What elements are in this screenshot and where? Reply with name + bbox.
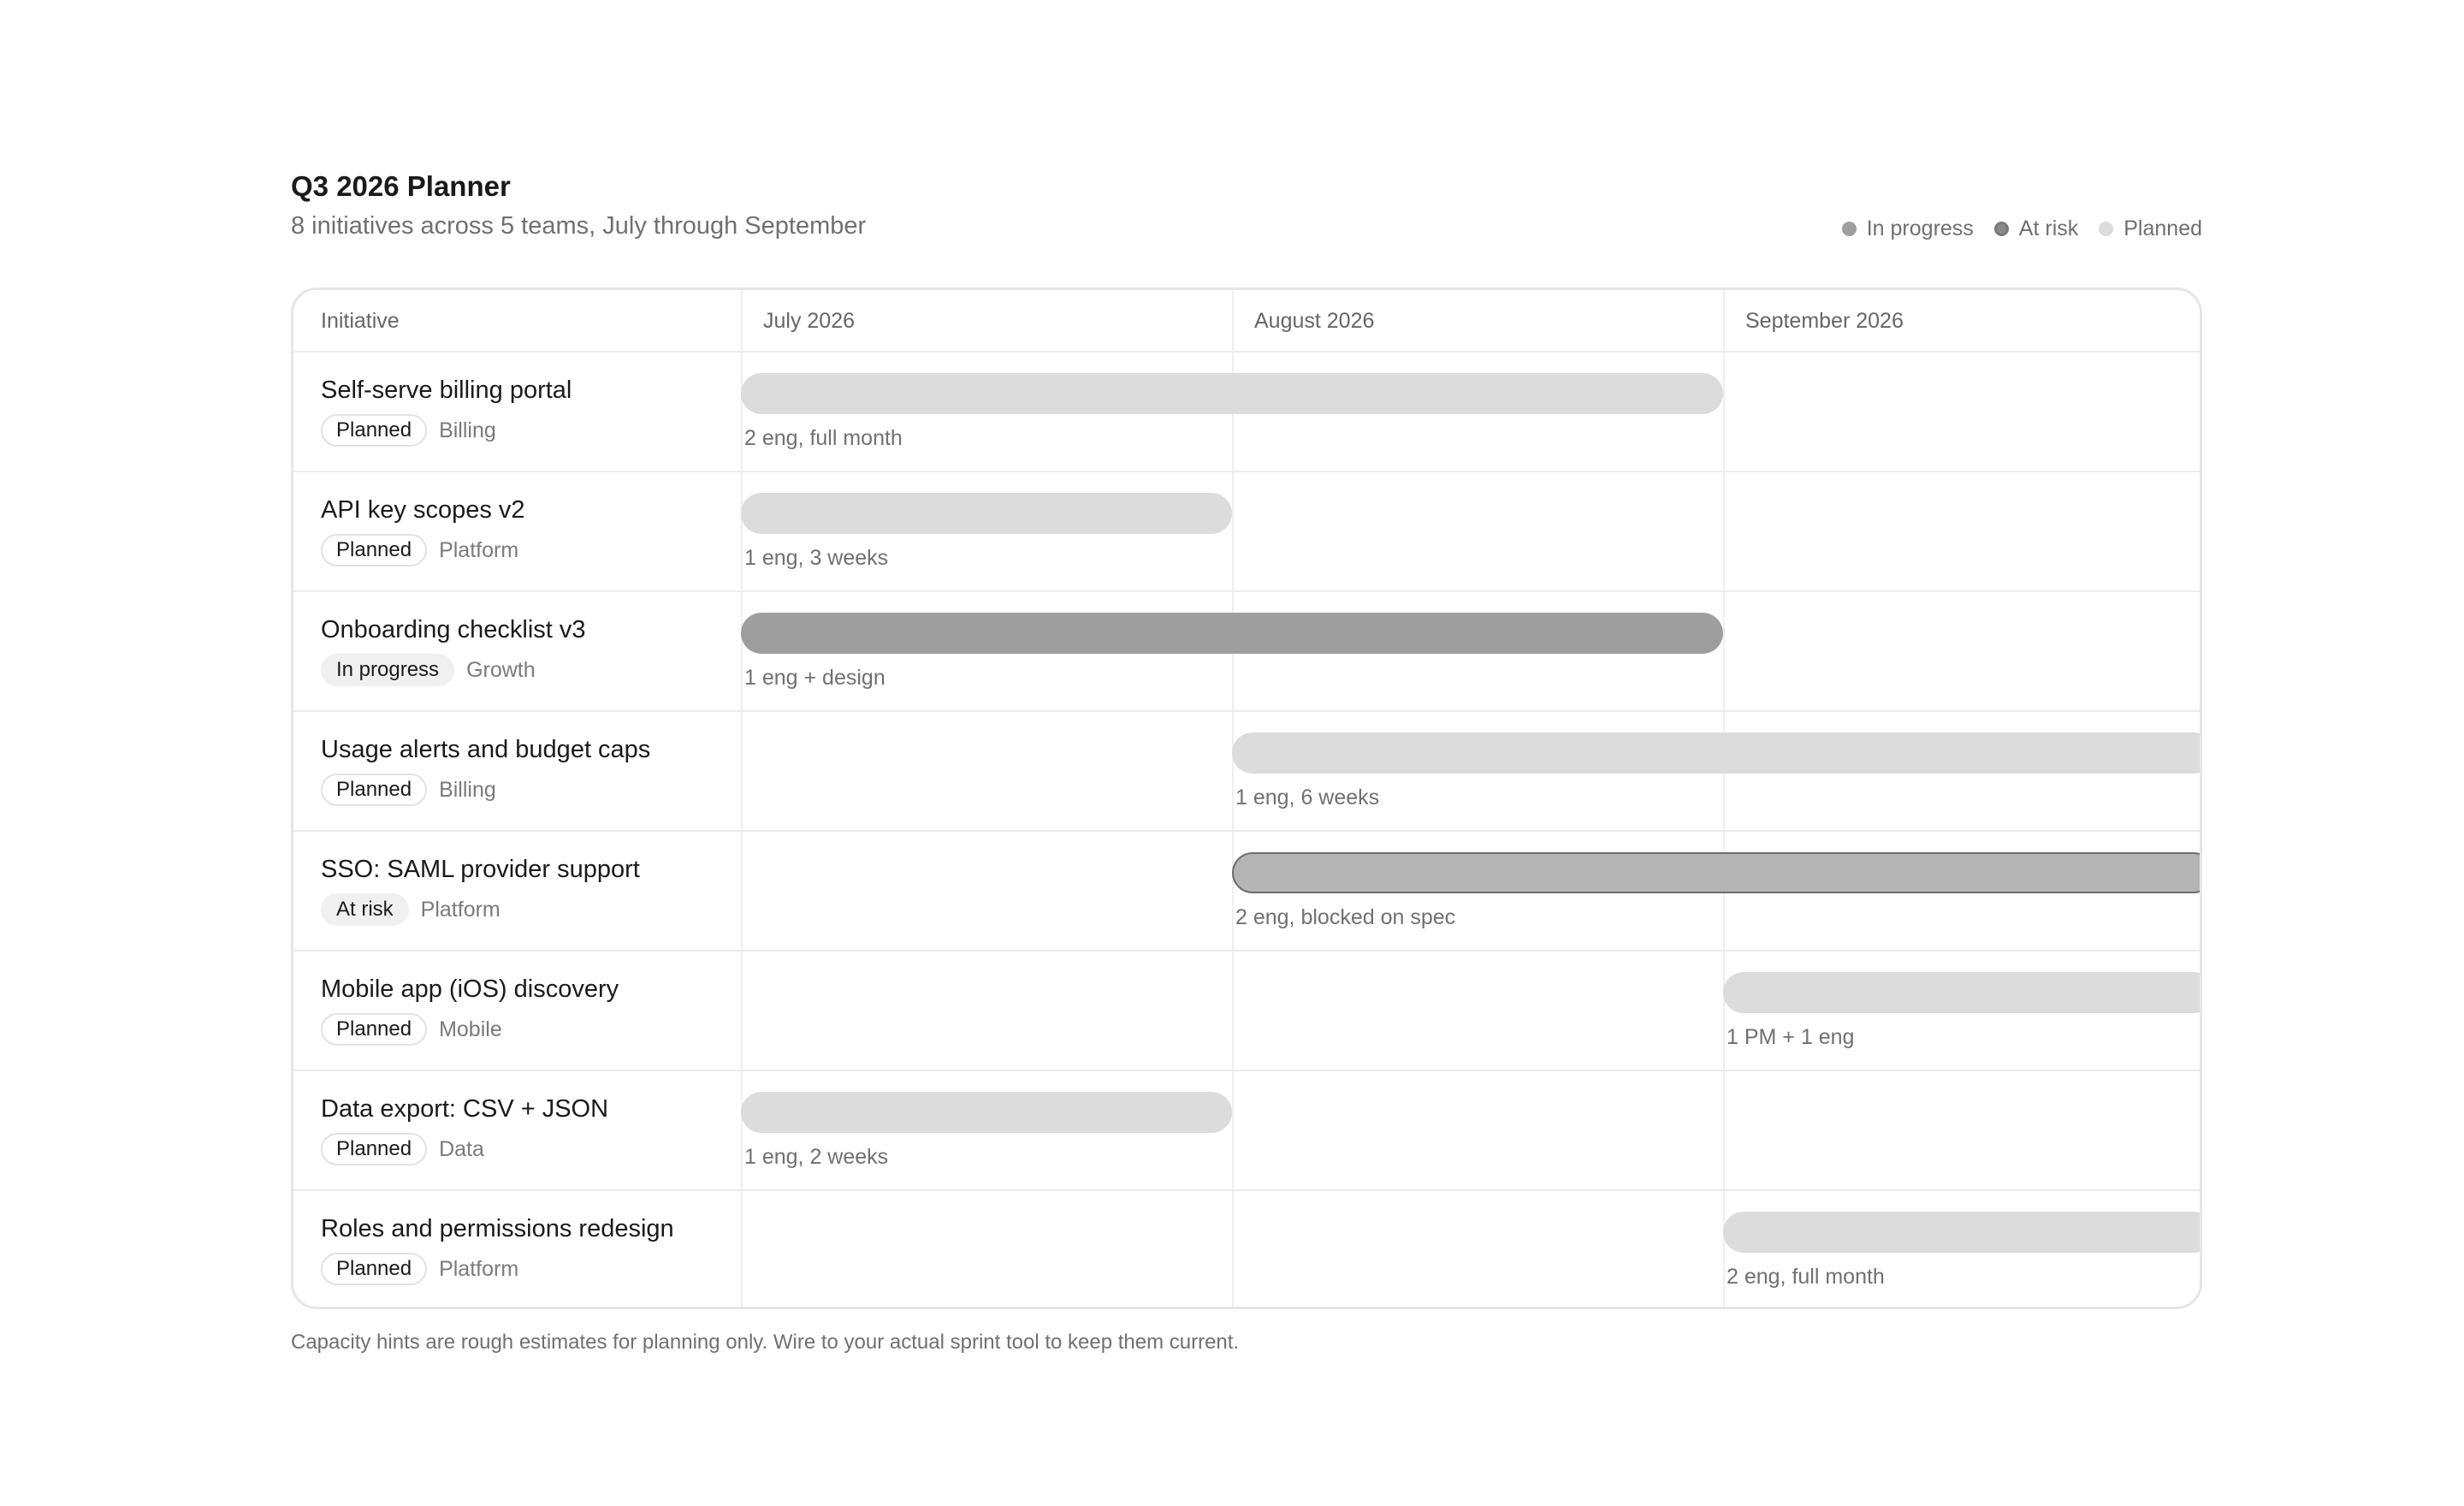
timeline-grid: Initiative July 2026 August 2026 September… — [291, 288, 2202, 1309]
initiative-row[interactable]: API key scopes v2 Planned Platform 1 eng, 3… — [293, 472, 2200, 592]
team-label: Platform — [420, 898, 500, 922]
initiative-row[interactable]: Usage alerts and budget caps Planned Billi… — [293, 712, 2200, 832]
page-header: Q3 2026 Planner 8 initiatives across 5 t… — [291, 168, 2202, 288]
initiative-meta: In progress Growth — [321, 654, 536, 686]
legend-label: Planned — [2123, 216, 2202, 240]
timeline-bar[interactable] — [741, 1092, 1232, 1133]
initiative-row[interactable]: Roles and permissions redesign Planned Pla… — [293, 1191, 2200, 1307]
initiative-name: Onboarding checklist v3 — [321, 616, 586, 643]
status-badge: At risk — [321, 893, 409, 926]
status-badge: Planned — [321, 414, 428, 447]
team-label: Platform — [439, 1257, 519, 1281]
capacity-hint: 1 PM + 1 eng — [1727, 1025, 1855, 1049]
legend-dot-icon — [2099, 221, 2114, 236]
timeline-bar[interactable] — [741, 493, 1232, 534]
status-badge: Planned — [321, 1133, 428, 1165]
initiative-row[interactable]: Onboarding checklist v3 In progress Growth… — [293, 592, 2200, 712]
initiative-name: Roles and permissions redesign — [321, 1215, 674, 1242]
status-badge: Planned — [321, 1253, 428, 1285]
capacity-hint: 1 eng, 3 weeks — [744, 546, 889, 570]
capacity-hint: 2 eng, blocked on spec — [1235, 905, 1456, 929]
column-header-month: August 2026 — [1254, 309, 1375, 333]
initiative-row[interactable]: Data export: CSV + JSON Planned Data 1 eng,… — [293, 1071, 2200, 1191]
team-label: Growth — [466, 658, 536, 682]
team-label: Mobile — [439, 1017, 502, 1041]
status-badge: Planned — [321, 534, 428, 566]
team-label: Billing — [439, 418, 496, 442]
legend-item-at-risk: At risk — [1993, 216, 2079, 241]
status-badge: In progress — [321, 654, 455, 686]
legend-dot-icon — [1841, 221, 1857, 236]
capacity-hint: 1 eng, 2 weeks — [744, 1145, 889, 1169]
initiative-name: Self-serve billing portal — [321, 376, 572, 404]
status-legend: In progress At risk Planned — [1841, 216, 2202, 241]
page-subtitle: 8 initiatives across 5 teams, July throu… — [291, 212, 867, 240]
team-label: Billing — [439, 778, 496, 802]
initiative-meta: Planned Platform — [321, 534, 518, 566]
initiative-name: API key scopes v2 — [321, 496, 525, 524]
initiative-meta: Planned Mobile — [321, 1013, 502, 1046]
initiative-meta: Planned Platform — [321, 1253, 518, 1285]
legend-label: In progress — [1866, 216, 1974, 240]
capacity-hint: 2 eng, full month — [1727, 1265, 1885, 1289]
initiative-row[interactable]: SSO: SAML provider support At risk Platfor… — [293, 832, 2200, 952]
capacity-hint: 2 eng, full month — [744, 426, 903, 450]
initiative-name: Mobile app (iOS) discovery — [321, 975, 619, 1003]
timeline-bar[interactable] — [1723, 1212, 2200, 1253]
legend-item-planned: Planned — [2099, 216, 2202, 241]
initiative-meta: Planned Data — [321, 1133, 484, 1165]
team-label: Data — [439, 1137, 484, 1161]
page-title: Q3 2026 Planner — [291, 170, 511, 202]
timeline-bar[interactable] — [741, 373, 1723, 414]
capacity-hint: 1 eng + design — [744, 666, 886, 690]
timeline-bar[interactable] — [1232, 732, 2200, 774]
initiative-row[interactable]: Mobile app (iOS) discovery Planned Mobile 1… — [293, 952, 2200, 1071]
timeline-bar[interactable] — [741, 613, 1723, 654]
initiative-name: Data export: CSV + JSON — [321, 1095, 609, 1123]
initiative-row[interactable]: Self-serve billing portal Planned Billing 2… — [293, 353, 2200, 472]
column-header-month: July 2026 — [763, 309, 856, 333]
legend-label: At risk — [2018, 216, 2079, 240]
capacity-hint: 1 eng, 6 weeks — [1235, 786, 1380, 809]
timeline-bar[interactable] — [1723, 972, 2200, 1013]
column-header-month: September 2026 — [1745, 309, 1904, 333]
timeline-header: Initiative July 2026 August 2026 September… — [293, 290, 2200, 353]
initiative-meta: Planned Billing — [321, 414, 496, 447]
initiative-name: Usage alerts and budget caps — [321, 736, 651, 763]
initiative-meta: At risk Platform — [321, 893, 500, 926]
legend-dot-icon — [1993, 221, 2009, 236]
planner-page: Q3 2026 Planner 8 initiatives across 5 t… — [291, 168, 2202, 1354]
footnote: Capacity hints are rough estimates for p… — [291, 1331, 1240, 1354]
column-header-initiative: Initiative — [321, 309, 400, 333]
team-label: Platform — [439, 538, 519, 562]
status-badge: Planned — [321, 1013, 428, 1046]
timeline-bar[interactable] — [1232, 852, 2200, 893]
legend-item-in-progress: In progress — [1841, 216, 1974, 241]
initiative-name: SSO: SAML provider support — [321, 856, 640, 883]
status-badge: Planned — [321, 774, 428, 806]
initiative-meta: Planned Billing — [321, 774, 496, 806]
